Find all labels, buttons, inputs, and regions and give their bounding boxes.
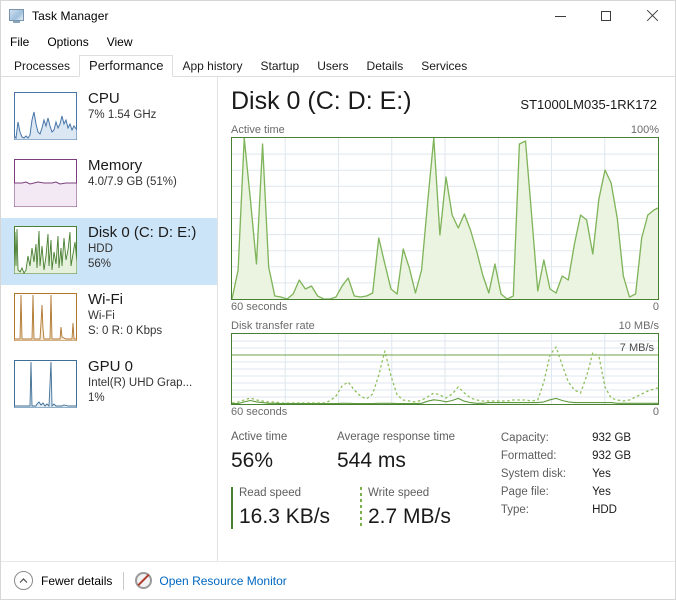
stat-active-time-value: 56% (231, 449, 274, 472)
wifi-sparkline-icon (14, 293, 77, 341)
sidebar-item-disk-0-sub2: 56% (88, 258, 112, 270)
active-time-x-left: 60 seconds (231, 301, 288, 313)
sidebar-item-memory-title: Memory (88, 157, 143, 174)
performance-detail-panel: Disk 0 (C: D: E:) ST1000LM035-1RK172 Act… (218, 77, 675, 561)
open-resource-monitor-link[interactable]: Open Resource Monitor (159, 574, 286, 588)
info-key-type: Type: (500, 504, 530, 516)
active-time-graph-header: Active time 100% (231, 124, 659, 136)
transfer-plot (232, 334, 658, 404)
transfer-x-right: 0 (652, 406, 659, 418)
memory-sparkline-icon (14, 159, 77, 207)
info-value-system-disk: Yes (592, 468, 611, 480)
window-controls (537, 1, 675, 31)
content-body: CPU 7% 1.54 GHz Memory 4.0/7.9 GB (51%) (1, 77, 675, 561)
menu-options[interactable]: Options (47, 33, 97, 51)
sidebar-item-cpu-title: CPU (88, 90, 120, 107)
stat-avg-response-label: Average response time (337, 431, 456, 443)
transfer-annotation: 7 MB/s (619, 342, 654, 354)
transfer-graph-max: 10 MB/s (618, 320, 659, 332)
info-key-system-disk: System disk: (500, 468, 567, 480)
stat-write-speed: Write speed 2.7 MB/s (360, 485, 451, 531)
sidebar-item-gpu-0[interactable]: GPU 0 Intel(R) UHD Grap... 1% (1, 352, 217, 419)
sidebar-item-wifi-sub1: Wi-Fi (88, 310, 115, 322)
menu-bar: File Options View (1, 31, 675, 53)
tab-startup[interactable]: Startup (251, 55, 308, 77)
task-manager-icon (9, 8, 25, 24)
resource-sidebar: CPU 7% 1.54 GHz Memory 4.0/7.9 GB (51%) (1, 77, 218, 561)
page-title: Disk 0 (C: D: E:) (231, 87, 412, 115)
stat-read-speed: Read speed 16.3 KB/s (231, 485, 336, 531)
transfer-graph-label: Disk transfer rate (231, 320, 315, 332)
sidebar-item-cpu-sub: 7% 1.54 GHz (88, 109, 157, 121)
sidebar-item-gpu-0-title: GPU 0 (88, 358, 134, 375)
sidebar-item-memory[interactable]: Memory 4.0/7.9 GB (51%) (1, 151, 217, 218)
stat-write-speed-label: Write speed (368, 487, 430, 499)
info-key-formatted: Formatted: (500, 450, 557, 462)
tab-strip: Processes Performance App history Startu… (1, 53, 675, 77)
transfer-graph-footer: 60 seconds 0 (231, 406, 659, 418)
window-title: Task Manager (32, 9, 109, 23)
sidebar-item-gpu-0-sub2: 1% (88, 392, 105, 404)
info-value-page-file: Yes (592, 486, 611, 498)
stats-left: Active time 56% Average response time 54… (231, 429, 475, 531)
stat-avg-response: Average response time 544 ms (337, 429, 455, 475)
transfer-x-left: 60 seconds (231, 406, 288, 418)
sidebar-item-disk-0-title: Disk 0 (C: D: E:) (88, 224, 197, 241)
stat-avg-response-value: 544 ms (337, 449, 406, 472)
transfer-graph-header: Disk transfer rate 10 MB/s (231, 320, 659, 332)
disk-info-table: Capacity: 932 GB Formatted: 932 GB Syste… (501, 429, 631, 531)
active-time-graph (231, 137, 659, 300)
disk-model: ST1000LM035-1RK172 (520, 97, 657, 112)
stat-read-speed-label: Read speed (239, 487, 302, 499)
sidebar-item-cpu[interactable]: CPU 7% 1.54 GHz (1, 84, 217, 151)
status-bar: Fewer details Open Resource Monitor (1, 561, 675, 599)
close-button[interactable] (629, 1, 675, 31)
resource-monitor-icon (135, 572, 153, 589)
task-manager-window: Task Manager File Options View Processes… (0, 0, 676, 600)
info-value-capacity: 932 GB (592, 432, 632, 444)
stat-read-speed-value: 16.3 KB/s (239, 505, 331, 528)
speed-legend-row: Read speed 16.3 KB/s Write speed 2.7 MB/… (231, 485, 475, 531)
info-key-page-file: Page file: (500, 486, 549, 498)
sidebar-item-wifi-sub2: S: 0 R: 0 Kbps (88, 325, 163, 337)
sidebar-item-wifi-title: Wi-Fi (88, 291, 123, 308)
gpu-sparkline-icon (14, 360, 77, 408)
tab-performance[interactable]: Performance (79, 55, 174, 77)
maximize-button[interactable] (583, 1, 629, 31)
menu-view[interactable]: View (107, 33, 142, 51)
info-key-capacity: Capacity: (500, 432, 549, 444)
info-value-type: HDD (592, 504, 617, 516)
tab-app-history[interactable]: App history (173, 55, 251, 77)
minimize-button[interactable] (537, 1, 583, 31)
cpu-sparkline-icon (14, 92, 77, 140)
disk-sparkline-icon (14, 226, 77, 274)
active-time-x-right: 0 (652, 301, 659, 313)
tab-users[interactable]: Users (308, 55, 357, 77)
sidebar-item-wifi[interactable]: Wi-Fi Wi-Fi S: 0 R: 0 Kbps (1, 285, 217, 352)
sidebar-item-memory-sub: 4.0/7.9 GB (51%) (88, 176, 177, 188)
chevron-up-icon[interactable] (14, 571, 33, 590)
tab-details[interactable]: Details (358, 55, 413, 77)
info-value-formatted: 932 GB (592, 450, 632, 462)
tab-services[interactable]: Services (412, 55, 476, 77)
sidebar-item-disk-0-sub1: HDD (88, 243, 113, 255)
stat-write-speed-value: 2.7 MB/s (368, 505, 451, 528)
active-time-graph-label: Active time (231, 124, 285, 136)
gridlines (232, 334, 658, 404)
stat-active-time-label: Active time (231, 431, 288, 443)
panel-header: Disk 0 (C: D: E:) ST1000LM035-1RK172 (231, 85, 659, 117)
stat-active-time: Active time 56% (231, 429, 321, 475)
sidebar-item-gpu-0-sub1: Intel(R) UHD Grap... (88, 377, 193, 389)
active-time-graph-footer: 60 seconds 0 (231, 301, 659, 313)
active-time-plot (232, 138, 658, 299)
stats-area: Active time 56% Average response time 54… (231, 429, 659, 531)
menu-file[interactable]: File (10, 33, 38, 51)
tab-processes[interactable]: Processes (5, 55, 79, 77)
status-divider (123, 571, 125, 590)
active-time-graph-max: 100% (630, 124, 659, 136)
title-bar: Task Manager (1, 1, 675, 31)
disk-transfer-rate-graph: 7 MB/s (231, 333, 659, 405)
sidebar-item-disk-0[interactable]: Disk 0 (C: D: E:) HDD 56% (1, 218, 217, 285)
fewer-details-button[interactable]: Fewer details (41, 574, 112, 588)
